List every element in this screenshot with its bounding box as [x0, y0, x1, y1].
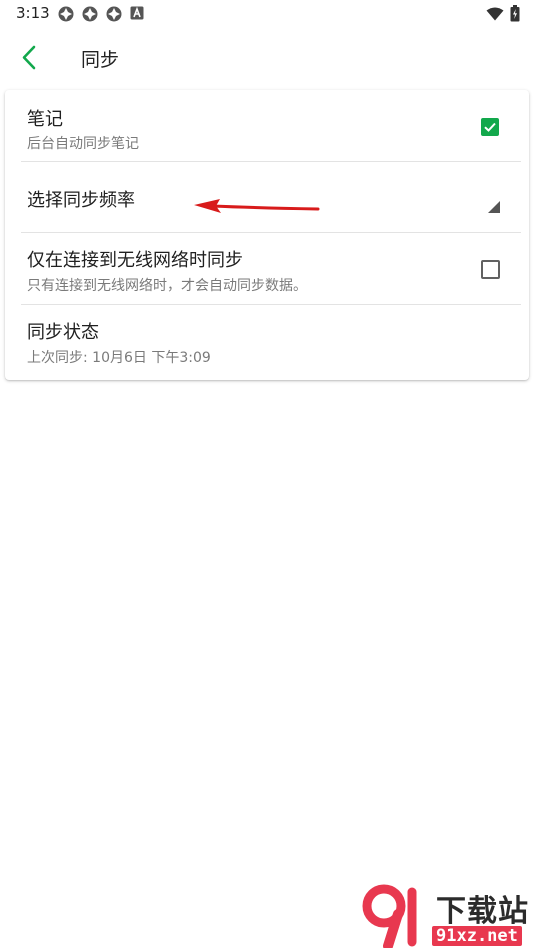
- setting-subtitle: 上次同步: 10月6日 下午3:09: [27, 350, 211, 366]
- setting-title: 笔记: [27, 109, 63, 130]
- status-right-icons: [486, 5, 520, 22]
- watermark-title: 下载站: [436, 894, 529, 929]
- notification-icons: [58, 6, 144, 22]
- wifi-only-checkbox[interactable]: [481, 260, 500, 279]
- setting-row-wifi-only[interactable]: 仅在连接到无线网络时同步 只有连接到无线网络时，才会自动同步数据。: [5, 233, 529, 304]
- status-time: 3:13: [16, 4, 50, 22]
- setting-title: 选择同步频率: [27, 190, 135, 211]
- setting-row-sync-status[interactable]: 同步状态 上次同步: 10月6日 下午3:09: [5, 305, 529, 380]
- notes-checkbox[interactable]: [481, 118, 499, 136]
- back-button[interactable]: [14, 42, 46, 74]
- setting-row-notes[interactable]: 笔记 后台自动同步笔记: [5, 90, 529, 162]
- watermark-logo-icon: [362, 884, 417, 948]
- app-bar: 同步: [0, 30, 534, 86]
- dropdown-triangle-icon: [488, 201, 500, 213]
- status-bar: 3:13: [0, 0, 534, 28]
- app-icon: [82, 6, 98, 22]
- app-icon: [58, 6, 74, 22]
- a-icon: [130, 6, 144, 20]
- app-icon: [106, 6, 122, 22]
- sync-settings-card: 笔记 后台自动同步笔记 选择同步频率 仅在连接到无线网络时同步 只有连接到无线网…: [5, 90, 529, 380]
- setting-subtitle: 只有连接到无线网络时，才会自动同步数据。: [27, 278, 307, 294]
- page-title: 同步: [81, 49, 120, 71]
- battery-icon: [510, 5, 520, 22]
- setting-subtitle: 后台自动同步笔记: [27, 136, 139, 152]
- setting-title: 仅在连接到无线网络时同步: [27, 250, 243, 271]
- watermark: 下载站 91xz.net: [362, 884, 532, 950]
- setting-title: 同步状态: [27, 322, 99, 343]
- annotation-arrow: [194, 199, 320, 213]
- watermark-url: 91xz.net: [432, 926, 522, 946]
- wifi-icon: [486, 7, 504, 20]
- chevron-left-icon: [22, 45, 36, 70]
- check-icon: [484, 122, 496, 132]
